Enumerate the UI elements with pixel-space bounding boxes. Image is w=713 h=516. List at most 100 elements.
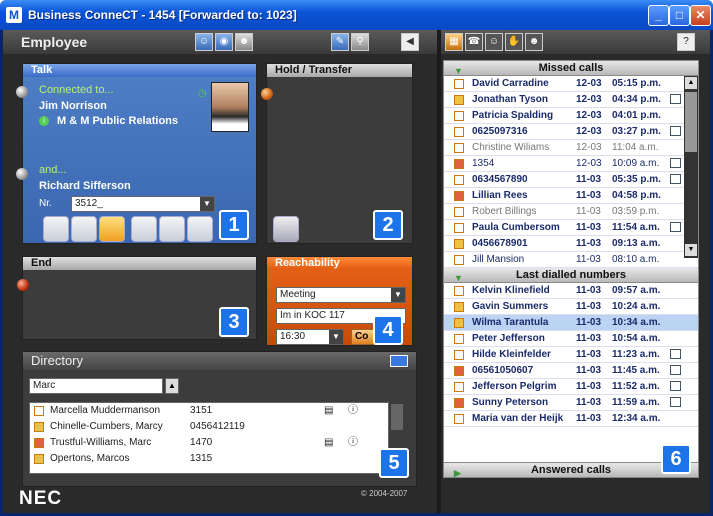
- directory-row[interactable]: Chinelle-Cumbers, Marcy 0456412119: [30, 419, 388, 435]
- call-row[interactable]: Robert Billings 11-03 03:59 p.m.: [444, 204, 698, 220]
- info-icon[interactable]: ⓘ: [348, 403, 358, 419]
- maximize-button[interactable]: □: [669, 5, 690, 26]
- reachability-time-select[interactable]: 16:30 ▼: [276, 329, 344, 345]
- call-row[interactable]: Jill Mansion 11-03 08:10 a.m.: [444, 252, 698, 268]
- conference-icon[interactable]: [71, 216, 97, 242]
- search-icon[interactable]: ⚲: [351, 33, 369, 51]
- note-icon[interactable]: [670, 158, 681, 168]
- help-button[interactable]: ?: [677, 33, 695, 51]
- collapse-icon[interactable]: ◀: [401, 33, 419, 51]
- call-row[interactable]: Patricia Spalding 12-03 04:01 p.m.: [444, 108, 698, 124]
- call-row[interactable]: 1354 12-03 10:09 a.m.: [444, 156, 698, 172]
- call-date: 11-03: [576, 317, 602, 328]
- missed-scrollbar[interactable]: ▲ ▼: [684, 76, 698, 258]
- call-row[interactable]: David Carradine 12-03 05:15 p.m.: [444, 76, 698, 92]
- second-contact-name: Richard Sifferson: [39, 180, 131, 192]
- reachability-status-select[interactable]: Meeting ▼: [276, 287, 406, 303]
- call-time: 11:54 a.m.: [612, 222, 660, 233]
- call-time: 03:59 p.m.: [612, 206, 660, 217]
- call-time: 05:35 p.m.: [612, 174, 661, 185]
- info-icon[interactable]: i: [39, 116, 49, 126]
- directory-row[interactable]: Marcella Muddermanson 3151 ▤ ⓘ: [30, 403, 388, 419]
- directory-row[interactable]: Trustful-Williams, Marc 1470 ▤ ⓘ: [30, 435, 388, 451]
- dialled-list: Kelvin Klinefield 11-03 09:57 a.m. Gavin Su…: [444, 283, 698, 427]
- team-icon[interactable]: ☻: [525, 33, 543, 51]
- section-badge-5: 5: [379, 448, 409, 478]
- call-type-icon: [454, 398, 464, 408]
- entry-name: Marcella Muddermanson: [50, 405, 161, 416]
- handshake-icon[interactable]: ✋: [505, 33, 523, 51]
- missed-calls-list: David Carradine 12-03 05:15 p.m. Jonathan T…: [444, 76, 698, 268]
- hangup-icon[interactable]: [99, 216, 125, 242]
- title-bar[interactable]: M Business ConneCT - 1454 [Forwarded to:…: [0, 0, 713, 30]
- call-row[interactable]: Maria van der Heijk 11-03 12:34 a.m.: [444, 411, 698, 427]
- call-row[interactable]: Paula Cumbersom 11-03 11:54 a.m.: [444, 220, 698, 236]
- chevron-down-icon[interactable]: ▼: [200, 197, 214, 211]
- globe-icon[interactable]: ◉: [215, 33, 233, 51]
- missed-calls-header[interactable]: ▼ Missed calls: [444, 61, 698, 76]
- call-row[interactable]: Jonathan Tyson 12-03 04:34 p.m.: [444, 92, 698, 108]
- dialled-header[interactable]: ▼ Last dialled numbers: [444, 268, 698, 283]
- pickup-icon[interactable]: [273, 216, 299, 242]
- note-icon[interactable]: [670, 381, 681, 391]
- note-icon[interactable]: [670, 222, 681, 232]
- note-icon[interactable]: [670, 126, 681, 136]
- call-row[interactable]: Sunny Peterson 11-03 11:59 a.m.: [444, 395, 698, 411]
- chevron-down-icon[interactable]: ▼: [329, 330, 343, 344]
- call-row[interactable]: Peter Jefferson 11-03 10:54 a.m.: [444, 331, 698, 347]
- call-date: 12-03: [576, 110, 602, 121]
- note-icon[interactable]: [670, 349, 681, 359]
- search-button[interactable]: ▲: [165, 378, 179, 394]
- note-icon[interactable]: [670, 365, 681, 375]
- call-date: 11-03: [576, 174, 602, 185]
- note-icon[interactable]: [670, 174, 681, 184]
- keypad-icon[interactable]: ▦: [445, 33, 463, 51]
- directory-row[interactable]: Opertons, Marcos 1315: [30, 451, 388, 467]
- call-type-icon: [454, 350, 464, 360]
- directory-search-input[interactable]: Marc: [29, 378, 163, 394]
- call-name: Gavin Summers: [472, 301, 549, 312]
- note-icon[interactable]: ▤: [324, 403, 333, 419]
- call-row[interactable]: Hilde Kleinfelder 11-03 11:23 a.m.: [444, 347, 698, 363]
- call-row[interactable]: Christine Wiliams 12-03 11:04 a.m.: [444, 140, 698, 156]
- call-row[interactable]: Lillian Rees 11-03 04:58 p.m.: [444, 188, 698, 204]
- call-row[interactable]: Wilma Tarantula 11-03 10:34 a.m.: [444, 315, 698, 331]
- call-row[interactable]: Jefferson Pelgrim 11-03 11:52 a.m.: [444, 379, 698, 395]
- note-icon[interactable]: [670, 397, 681, 407]
- dial-icon[interactable]: [43, 216, 69, 242]
- transfer-icon[interactable]: [159, 216, 185, 242]
- reachability-header: Reachability: [267, 257, 412, 270]
- call-date: 11-03: [576, 190, 602, 201]
- call-type-icon: [454, 382, 464, 392]
- phone-icon[interactable]: ☎: [465, 33, 483, 51]
- handset-icon[interactable]: [131, 216, 157, 242]
- pen-icon[interactable]: ✎: [331, 33, 349, 51]
- call-row[interactable]: Kelvin Klinefield 11-03 09:57 a.m.: [444, 283, 698, 299]
- call-date: 11-03: [576, 365, 602, 376]
- forward-icon[interactable]: [187, 216, 213, 242]
- chevron-down-icon[interactable]: ▼: [391, 288, 405, 302]
- call-row[interactable]: 06561050607 11-03 11:45 a.m.: [444, 363, 698, 379]
- reachability-panel: Reachability Meeting ▼ Im in KOC 117 16:3…: [266, 256, 413, 346]
- directory-scrollbar[interactable]: [391, 404, 403, 430]
- note-icon[interactable]: ▤: [324, 435, 333, 451]
- call-row[interactable]: 0625097316 12-03 03:27 p.m.: [444, 124, 698, 140]
- group-icon[interactable]: ☺: [485, 33, 503, 51]
- close-button[interactable]: ✕: [690, 5, 711, 26]
- call-row[interactable]: 0456678901 11-03 09:13 a.m.: [444, 236, 698, 252]
- number-input[interactable]: 3512_ ▼: [71, 196, 215, 212]
- call-row[interactable]: 0634567890 11-03 05:35 p.m.: [444, 172, 698, 188]
- call-type-icon: [454, 318, 464, 328]
- dialled-label: Last dialled numbers: [515, 269, 627, 281]
- call-type-icon: [454, 255, 464, 265]
- call-time: 12:34 a.m.: [612, 413, 661, 424]
- info-icon[interactable]: ⓘ: [348, 435, 358, 451]
- minimize-button[interactable]: _: [648, 5, 669, 26]
- calls-pane: ▦ ☎ ☺ ✋ ☻ ? ▼ Missed calls David Carradin…: [441, 30, 710, 513]
- answered-calls-header[interactable]: ▶ Answered calls: [444, 462, 698, 478]
- call-row[interactable]: Gavin Summers 11-03 10:24 a.m.: [444, 299, 698, 315]
- person-icon[interactable]: ☺: [195, 33, 213, 51]
- book-icon[interactable]: [390, 355, 408, 367]
- contact-icon[interactable]: ☻: [235, 33, 253, 51]
- note-icon[interactable]: [670, 94, 681, 104]
